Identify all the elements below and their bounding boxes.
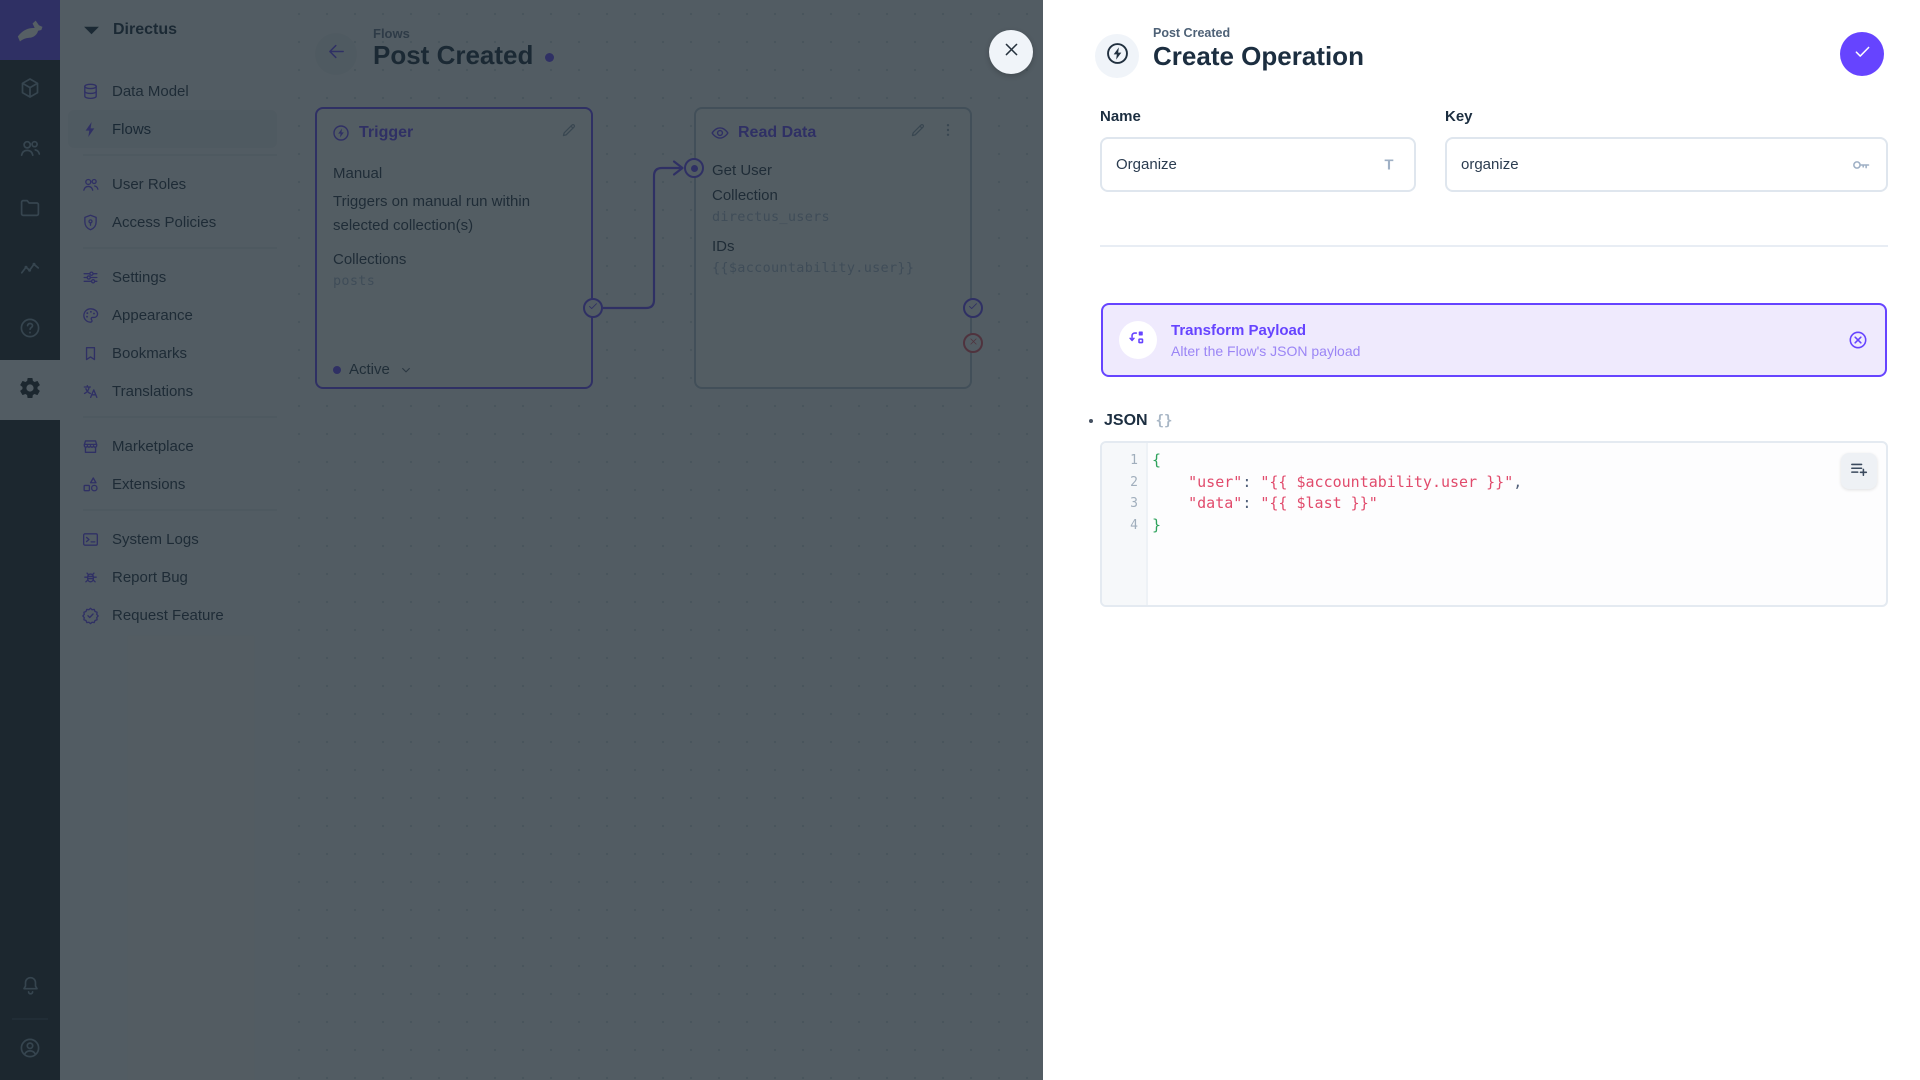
playlist-add-icon <box>1848 458 1870 485</box>
key-value: organize <box>1461 156 1519 173</box>
braces-icon: {} <box>1155 413 1173 429</box>
modal-overlay[interactable] <box>0 0 1043 1080</box>
operation-card-subtitle: Alter the Flow's JSON payload <box>1171 342 1361 359</box>
line-content: "user": "{{ $accountability.user }}", <box>1188 472 1523 491</box>
line-number: 3 <box>1130 496 1138 512</box>
json-field-header: JSON {} <box>1089 412 1172 430</box>
add-template-button[interactable] <box>1841 453 1877 489</box>
bolt-circle-icon <box>1104 40 1131 72</box>
save-button[interactable] <box>1840 32 1884 76</box>
operation-card-title: Transform Payload <box>1171 321 1307 339</box>
json-field-label: JSON <box>1104 412 1148 429</box>
key-label: Key <box>1445 108 1473 125</box>
line-content: { <box>1152 451 1162 469</box>
title-icon: T <box>1378 154 1400 176</box>
svg-text:T: T <box>1385 157 1394 173</box>
line-content: } <box>1152 516 1162 535</box>
operation-icon-circle <box>1119 321 1157 359</box>
code-area[interactable]: 1{2 "user": "{{ $accountability.user }}"… <box>1102 443 1886 544</box>
drawer-title: Create Operation <box>1153 41 1364 71</box>
deselect-operation-icon[interactable] <box>1847 329 1869 351</box>
transform-icon <box>1127 327 1149 354</box>
edited-indicator <box>1089 419 1093 423</box>
operation-type-card[interactable]: Transform Payload Alter the Flow's JSON … <box>1101 303 1887 377</box>
drawer-divider <box>1100 245 1888 247</box>
line-number: 1 <box>1130 453 1138 468</box>
name-input[interactable]: Organize T <box>1100 137 1416 192</box>
key-input[interactable]: organize <box>1445 137 1888 192</box>
close-icon <box>1001 39 1022 65</box>
code-line: 1{ <box>1102 450 1886 472</box>
code-line: 2 "user": "{{ $accountability.user }}", <box>1102 472 1886 494</box>
check-icon <box>1852 41 1873 67</box>
code-line: 3 "data": "{{ $last }}" <box>1102 493 1886 515</box>
line-content: "data": "{{ $last }}" <box>1188 494 1378 513</box>
drawer-close-button[interactable] <box>989 30 1033 74</box>
name-label: Name <box>1100 108 1141 125</box>
line-number: 2 <box>1130 474 1138 490</box>
line-number: 4 <box>1130 518 1138 534</box>
json-code-editor[interactable]: 1{2 "user": "{{ $accountability.user }}"… <box>1100 441 1888 607</box>
key-icon <box>1850 154 1872 176</box>
code-line: 4} <box>1102 515 1886 537</box>
name-value: Organize <box>1116 156 1177 173</box>
create-operation-drawer: Post Created Create Operation Name Organ… <box>1043 0 1920 1080</box>
drawer-header-icon-circle <box>1095 34 1139 78</box>
drawer-breadcrumb: Post Created <box>1153 26 1231 40</box>
